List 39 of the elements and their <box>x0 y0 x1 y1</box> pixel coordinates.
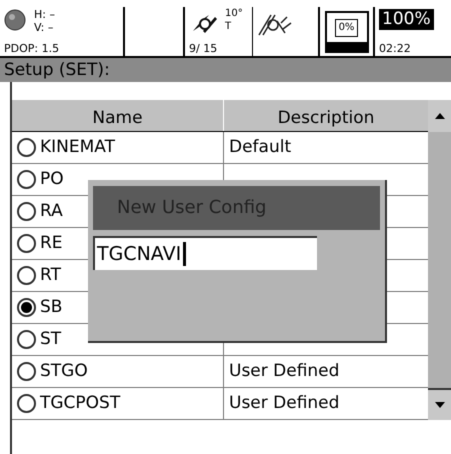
h-value: H: – <box>34 9 55 20</box>
elevation-unit: T <box>225 22 232 32</box>
pdop-value: PDOP: 1.5 <box>4 43 60 54</box>
battery-level: 100% <box>379 9 434 30</box>
radio-button[interactable] <box>17 394 36 413</box>
config-name: STGO <box>40 360 88 383</box>
v-value: V: – <box>34 22 54 33</box>
dialog-title: New User Config <box>93 186 380 230</box>
config-name: RT <box>40 264 61 287</box>
config-name: TGCPOST <box>40 392 120 415</box>
scroll-up-icon[interactable] <box>434 113 444 119</box>
elevation-value: 10° <box>225 9 243 19</box>
scroll-down-icon[interactable] <box>434 402 444 408</box>
config-name: RE <box>40 232 63 255</box>
config-name: KINEMAT <box>40 136 115 159</box>
radio-button[interactable] <box>17 202 36 221</box>
memory-card: 0% <box>324 10 368 52</box>
screen-title: Setup (SET): <box>0 58 451 82</box>
radio-button[interactable] <box>17 138 36 157</box>
scrollbar[interactable] <box>428 100 451 420</box>
radio-button[interactable] <box>17 362 36 381</box>
config-name: RA <box>40 200 63 223</box>
config-description: Default <box>229 136 292 157</box>
globe-icon <box>4 9 26 31</box>
config-name: ST <box>40 328 62 351</box>
radio-button[interactable] <box>17 234 36 253</box>
radio-button[interactable] <box>17 330 36 349</box>
satellite-count: 9/ 15 <box>189 43 218 54</box>
radio-button[interactable] <box>17 266 36 285</box>
column-header: Description <box>276 107 376 130</box>
radio-button[interactable] <box>17 298 36 317</box>
config-description: User Defined <box>229 392 340 413</box>
config-description: User Defined <box>229 360 340 381</box>
config-name: SB <box>40 296 62 319</box>
name-input[interactable]: TGCNAVI <box>93 236 317 270</box>
config-name: PO <box>40 168 64 191</box>
radio-button[interactable] <box>17 170 36 189</box>
column-header: Name <box>12 100 224 131</box>
time-value: 02:22 <box>379 43 412 54</box>
